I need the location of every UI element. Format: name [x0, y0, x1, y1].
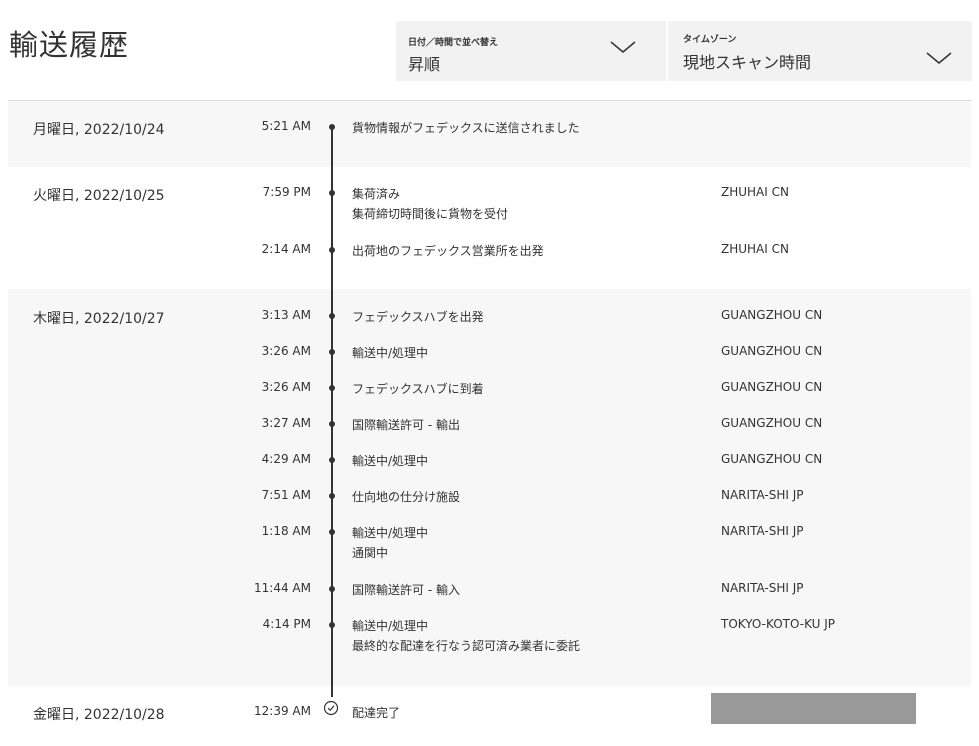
event-location: GUANGZHOU CN	[721, 380, 823, 394]
event-description: 貨物情報がフェデックスに送信されました	[352, 121, 580, 135]
event-description: 国際輸送許可 - 輸出	[352, 418, 460, 432]
event-location: GUANGZHOU CN	[721, 452, 823, 466]
event-description: 集荷済み	[352, 187, 401, 201]
event-location: ZHUHAI CN	[721, 242, 789, 256]
history-row: 3:26 AM フェデックスハブに到着 GUANGZHOU CN	[8, 380, 971, 400]
event-time: 5:21 AM	[261, 119, 311, 133]
history-row: 3:27 AM 国際輸送許可 - 輸出 GUANGZHOU CN	[8, 416, 971, 436]
event-description: 輸送中/処理中	[352, 526, 429, 540]
event-description: 国際輸送許可 - 輸入	[352, 583, 460, 597]
event-location: NARITA-SHI JP	[721, 524, 804, 538]
history-row: 4:14 PM 輸送中/処理中 最終的な配達を行なう認可済み業者に委託 TOKY…	[8, 617, 971, 653]
history-row: 3:13 AM フェデックスハブを出発 GUANGZHOU CN	[8, 308, 971, 328]
timeline-line	[331, 127, 333, 697]
page-title: 輸送履歴	[9, 28, 130, 62]
history-row: 7:51 AM 仕向地の仕分け施設 NARITA-SHI JP	[8, 488, 971, 508]
event-description: 輸送中/処理中	[352, 346, 429, 360]
event-location: GUANGZHOU CN	[721, 416, 823, 430]
event-location: GUANGZHOU CN	[721, 344, 823, 358]
history-group: 火曜日, 2022/10/25 7:59 PM 集荷済み 集荷締切時間後に貨物を…	[8, 167, 971, 289]
history-row: 7:59 PM 集荷済み 集荷締切時間後に貨物を受付 ZHUHAI CN	[8, 185, 971, 221]
event-location: TOKYO-KOTO-KU JP	[721, 617, 836, 631]
event-location: ZHUHAI CN	[721, 185, 789, 199]
timezone-dropdown[interactable]: タイムゾーン 現地スキャン時間	[668, 21, 972, 81]
event-location: NARITA-SHI JP	[721, 581, 804, 595]
event-detail: 集荷締切時間後に貨物を受付	[352, 207, 509, 221]
event-time: 3:27 AM	[261, 416, 311, 430]
timezone-dropdown-value: 現地スキャン時間	[683, 53, 812, 72]
event-time: 4:14 PM	[262, 617, 311, 631]
event-description: 仕向地の仕分け施設	[352, 490, 461, 504]
history-row: 5:21 AM 貨物情報がフェデックスに送信されました	[8, 119, 971, 139]
event-time: 12:39 AM	[254, 704, 311, 718]
event-description: フェデックスハブに到着	[352, 382, 484, 396]
event-description: 輸送中/処理中	[352, 619, 429, 633]
sort-dropdown-value: 昇順	[408, 55, 441, 74]
event-time: 11:44 AM	[254, 581, 311, 595]
event-description: 出荷地のフェデックス営業所を出発	[352, 244, 544, 258]
check-circle-icon	[323, 700, 339, 716]
event-time: 4:29 AM	[261, 452, 311, 466]
sort-dropdown-label: 日付／時間で並べ替え	[408, 38, 499, 48]
history-row: 4:29 AM 輸送中/処理中 GUANGZHOU CN	[8, 452, 971, 472]
event-detail: 通関中	[352, 546, 389, 560]
event-time: 2:14 AM	[261, 242, 311, 256]
event-location: NARITA-SHI JP	[721, 488, 804, 502]
chevron-down-icon	[610, 41, 636, 53]
event-time: 3:13 AM	[261, 308, 311, 322]
event-time: 3:26 AM	[261, 344, 311, 358]
history-row: 11:44 AM 国際輸送許可 - 輸入 NARITA-SHI JP	[8, 581, 971, 601]
event-description: 配達完了	[352, 706, 401, 720]
sort-dropdown[interactable]: 日付／時間で並べ替え 昇順	[396, 21, 666, 81]
event-time: 3:26 AM	[261, 380, 311, 394]
event-description: フェデックスハブを出発	[352, 310, 484, 324]
history-group: 木曜日, 2022/10/27 3:13 AM フェデックスハブを出発 GUAN…	[8, 289, 971, 686]
history-row: 2:14 AM 出荷地のフェデックス営業所を出発 ZHUHAI CN	[8, 242, 971, 262]
chevron-down-icon	[926, 52, 952, 64]
event-time: 7:59 PM	[262, 185, 311, 199]
history-group: 月曜日, 2022/10/24 5:21 AM 貨物情報がフェデックスに送信され…	[8, 101, 971, 167]
history-row: 1:18 AM 輸送中/処理中 通関中 NARITA-SHI JP	[8, 524, 971, 560]
event-description: 輸送中/処理中	[352, 454, 429, 468]
history-row: 3:26 AM 輸送中/処理中 GUANGZHOU CN	[8, 344, 971, 364]
timezone-dropdown-label: タイムゾーン	[683, 35, 737, 45]
event-location: GUANGZHOU CN	[721, 308, 823, 322]
event-time: 1:18 AM	[261, 524, 311, 538]
event-detail: 最終的な配達を行なう認可済み業者に委託	[352, 639, 581, 653]
redacted-block	[711, 693, 916, 724]
event-time: 7:51 AM	[261, 488, 311, 502]
